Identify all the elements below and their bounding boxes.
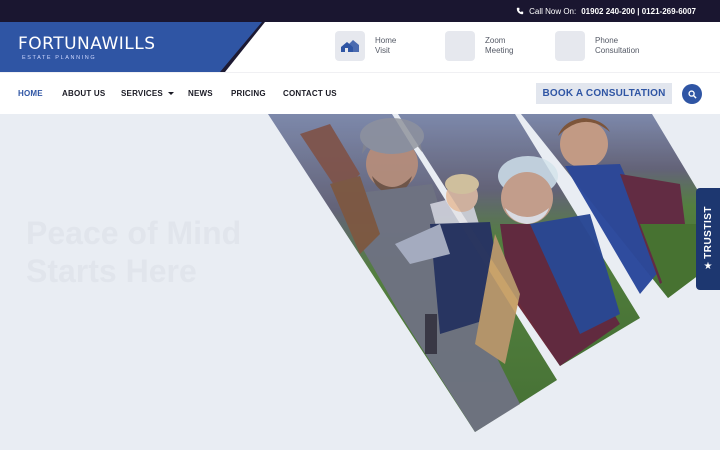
- nav-contact-us[interactable]: CONTACT US: [283, 89, 337, 98]
- contact-option-home-visit[interactable]: Home Visit: [335, 31, 445, 61]
- logo-tagline: ESTATE PLANNING: [22, 55, 97, 61]
- book-consultation-button[interactable]: BOOK A CONSULTATION: [536, 83, 672, 104]
- phone-icon: [555, 31, 585, 61]
- contact-option-line2: Consultation: [595, 46, 640, 55]
- top-bar: Call Now On: 01902 240-200 | 0121-269-60…: [0, 0, 720, 22]
- logo-name: FORTUNAWILLS: [18, 34, 156, 54]
- contact-option-line1: Home: [375, 36, 397, 45]
- chevron-down-icon: [167, 92, 174, 96]
- contact-options: Home Visit Zoom Meeting Phone Consultati…: [335, 31, 665, 61]
- main-nav: HOME ABOUT US SERVICES NEWS PRICING CONT…: [0, 72, 720, 114]
- trustist-badge[interactable]: TRUSTIST ★: [696, 188, 720, 290]
- nav-news[interactable]: NEWS: [188, 89, 213, 98]
- video-icon: [445, 31, 475, 61]
- trustist-label: TRUSTIST: [702, 206, 714, 259]
- nav-services[interactable]: SERVICES: [121, 89, 174, 98]
- nav-pricing[interactable]: PRICING: [231, 89, 266, 98]
- hero-headline-line2: Starts Here: [26, 253, 197, 289]
- nav-home[interactable]: HOME: [18, 89, 43, 98]
- search-icon: [687, 89, 697, 99]
- hero-headline-line1: Peace of Mind: [26, 215, 242, 251]
- hero-headline: Peace of Mind Starts Here: [26, 214, 326, 290]
- contact-option-zoom-meeting[interactable]: Zoom Meeting: [445, 31, 555, 61]
- contact-option-phone-consultation[interactable]: Phone Consultation: [555, 31, 665, 61]
- contact-option-line2: Visit: [375, 46, 390, 55]
- star-icon: ★: [703, 260, 713, 272]
- call-now-label: Call Now On:: [529, 6, 577, 16]
- contact-option-line2: Meeting: [485, 46, 514, 55]
- logo[interactable]: FORTUNAWILLS ESTATE PLANNING: [0, 22, 265, 72]
- search-button[interactable]: [682, 84, 702, 104]
- nav-about-us[interactable]: ABOUT US: [62, 89, 105, 98]
- phone-icon: [516, 7, 524, 15]
- phone-numbers-link[interactable]: 01902 240-200 | 0121-269-6007: [581, 7, 696, 16]
- header: FORTUNAWILLS ESTATE PLANNING Home Visit …: [0, 22, 720, 72]
- contact-option-line1: Phone: [595, 36, 619, 45]
- hero-section: Peace of Mind Starts Here: [0, 114, 720, 450]
- contact-option-line1: Zoom: [485, 36, 506, 45]
- nav-services-label: SERVICES: [121, 89, 163, 98]
- house-icon: [335, 31, 365, 61]
